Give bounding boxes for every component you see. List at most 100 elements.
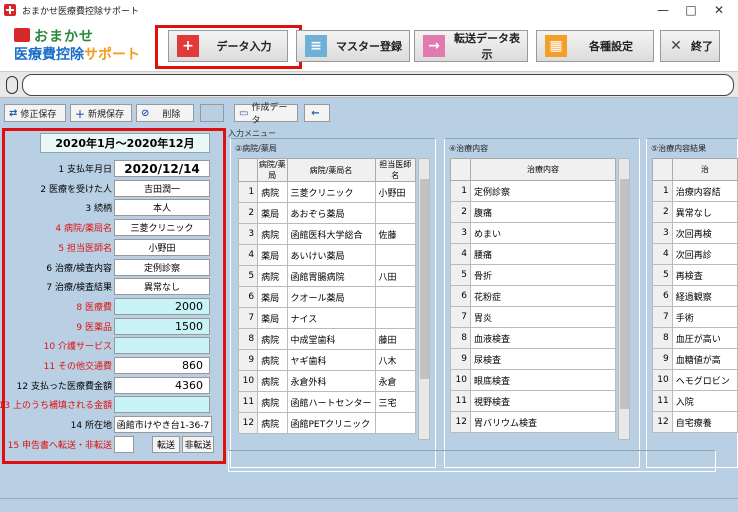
table-cell[interactable]: 異常なし [671, 201, 738, 223]
table-row[interactable]: 6 薬局 クオール薬局 [237, 286, 417, 308]
table-row[interactable]: 9 血糖値が高 [652, 348, 738, 370]
table-cell[interactable] [374, 202, 417, 224]
transfer-view-button[interactable]: → 転送データ表示 [414, 30, 528, 62]
table-row[interactable]: 3 病院 函館医科大学総合 佐藤 [237, 223, 417, 245]
table-cell[interactable]: 胃バリウム検査 [469, 411, 617, 433]
table-row[interactable]: 10 ヘモグロビン [652, 369, 738, 391]
table-cell[interactable]: 八木 [374, 349, 417, 371]
table-cell[interactable] [374, 307, 417, 329]
table-row[interactable]: 7 胃炎 [450, 306, 617, 328]
table-cell[interactable]: 視野検査 [469, 390, 617, 412]
form-row-value[interactable]: 4360 [114, 376, 210, 394]
table-cell[interactable]: 永倉外科 [286, 370, 376, 392]
table-cell[interactable]: 函館医科大学総合 [286, 223, 376, 245]
table-cell[interactable]: 病院 [257, 265, 288, 287]
form-row-value[interactable]: 異常なし [114, 278, 210, 296]
treatment-scrollbar[interactable] [618, 158, 630, 440]
table-row[interactable]: 5 病院 函館胃腸病院 八田 [237, 265, 417, 287]
table-cell[interactable]: 薬局 [257, 244, 288, 266]
table-cell[interactable]: 病院 [257, 181, 288, 203]
table-cell[interactable]: 尿検査 [469, 348, 617, 370]
table-row[interactable]: 9 尿検査 [450, 348, 617, 370]
color-swatch[interactable] [200, 104, 224, 122]
table-cell[interactable]: ヘモグロビン [671, 369, 738, 391]
table-row[interactable]: 2 腹痛 [450, 201, 617, 223]
table-cell[interactable]: 病院 [257, 412, 288, 434]
table-row[interactable]: 11 病院 函館ハートセンター 三宅 [237, 391, 417, 413]
column-header[interactable]: 病院/薬局名 [286, 158, 376, 182]
table-row[interactable]: 4 腰痛 [450, 243, 617, 265]
table-row[interactable]: 1 定例診察 [450, 180, 617, 202]
column-header[interactable]: 治療内容 [469, 158, 617, 181]
table-cell[interactable]: 自宅療養 [671, 411, 738, 433]
strip-input[interactable] [22, 74, 734, 96]
minimize-button[interactable]: — [648, 0, 678, 20]
table-cell[interactable] [374, 244, 417, 266]
table-cell[interactable]: 病院 [257, 349, 288, 371]
table-row[interactable]: 3 次回再検 [652, 222, 738, 244]
table-row[interactable]: 5 骨折 [450, 264, 617, 286]
transfer-button[interactable]: 転送 [152, 435, 180, 453]
exit-button[interactable]: ✕ 終了 [660, 30, 720, 62]
form-row-value[interactable]: 定例診察 [114, 258, 210, 276]
form-row-value[interactable]: 本人 [114, 199, 210, 217]
table-row[interactable]: 4 薬局 あいけい薬局 [237, 244, 417, 266]
table-row[interactable]: 2 異常なし [652, 201, 738, 223]
table-row[interactable]: 11 入院 [652, 390, 738, 412]
table-row[interactable]: 11 視野検査 [450, 390, 617, 412]
form-row-value[interactable]: 函館市けやき台1-36-7 [114, 416, 212, 434]
table-cell[interactable]: 病院 [257, 370, 288, 392]
maximize-button[interactable]: □ [676, 0, 706, 20]
table-row[interactable]: 1 治療内容結 [652, 180, 738, 202]
table-cell[interactable] [374, 286, 417, 308]
transfer-input[interactable] [114, 435, 134, 453]
table-row[interactable]: 8 病院 中成堂歯科 藤田 [237, 328, 417, 350]
form-row-value[interactable]: 三菱クリニック [114, 219, 210, 237]
form-row-value[interactable]: 2020/12/14 [114, 160, 210, 177]
table-row[interactable]: 3 めまい [450, 222, 617, 244]
table-cell[interactable]: 薬局 [257, 307, 288, 329]
table-cell[interactable]: 血糖値が高 [671, 348, 738, 370]
table-row[interactable]: 7 薬局 ナイス [237, 307, 417, 329]
no-transfer-button[interactable]: 非転送 [182, 435, 214, 453]
form-row-value[interactable]: 2000 [114, 297, 210, 315]
table-cell[interactable]: 次回再診 [671, 243, 738, 265]
table-cell[interactable]: 函館ハートセンター [286, 391, 376, 413]
table-cell[interactable]: 病院 [257, 223, 288, 245]
table-cell[interactable]: 再検査 [671, 264, 738, 286]
hospital-scrollbar[interactable] [418, 158, 430, 440]
table-cell[interactable]: 函館PETクリニック [286, 412, 376, 434]
table-cell[interactable]: 薬局 [257, 286, 288, 308]
table-row[interactable]: 8 血液検査 [450, 327, 617, 349]
table-row[interactable]: 10 病院 永倉外科 永倉 [237, 370, 417, 392]
table-cell[interactable]: あいけい薬局 [286, 244, 376, 266]
table-cell[interactable]: 三宅 [374, 391, 417, 413]
table-cell[interactable]: クオール薬局 [286, 286, 376, 308]
table-cell[interactable]: 佐藤 [374, 223, 417, 245]
table-cell[interactable]: 病院 [257, 391, 288, 413]
table-cell[interactable]: ナイス [286, 307, 376, 329]
treatment-scroll-thumb[interactable] [620, 179, 629, 409]
form-row-value[interactable] [114, 396, 210, 414]
hospital-scroll-thumb[interactable] [420, 179, 429, 379]
table-cell[interactable]: 永倉 [374, 370, 417, 392]
table-cell[interactable]: あおぞら薬局 [286, 202, 376, 224]
table-row[interactable]: 7 手術 [652, 306, 738, 328]
table-cell[interactable]: 小野田 [374, 181, 417, 203]
table-cell[interactable] [374, 412, 417, 434]
table-cell[interactable]: 胃炎 [469, 306, 617, 328]
table-row[interactable]: 5 再検査 [652, 264, 738, 286]
table-cell[interactable]: 腰痛 [469, 243, 617, 265]
table-row[interactable]: 6 花粉症 [450, 285, 617, 307]
table-cell[interactable]: 血液検査 [469, 327, 617, 349]
column-header[interactable]: 担当医師名 [374, 158, 417, 182]
form-row-value[interactable]: 小野田 [114, 238, 210, 256]
table-cell[interactable]: 腹痛 [469, 201, 617, 223]
table-row[interactable]: 9 病院 ヤギ歯科 八木 [237, 349, 417, 371]
close-window-button[interactable]: ✕ [704, 0, 734, 20]
table-row[interactable]: 6 経過観察 [652, 285, 738, 307]
table-cell[interactable]: 花粉症 [469, 285, 617, 307]
table-cell[interactable]: 病院 [257, 328, 288, 350]
table-cell[interactable]: 血圧が高い [671, 327, 738, 349]
table-cell[interactable]: 藤田 [374, 328, 417, 350]
